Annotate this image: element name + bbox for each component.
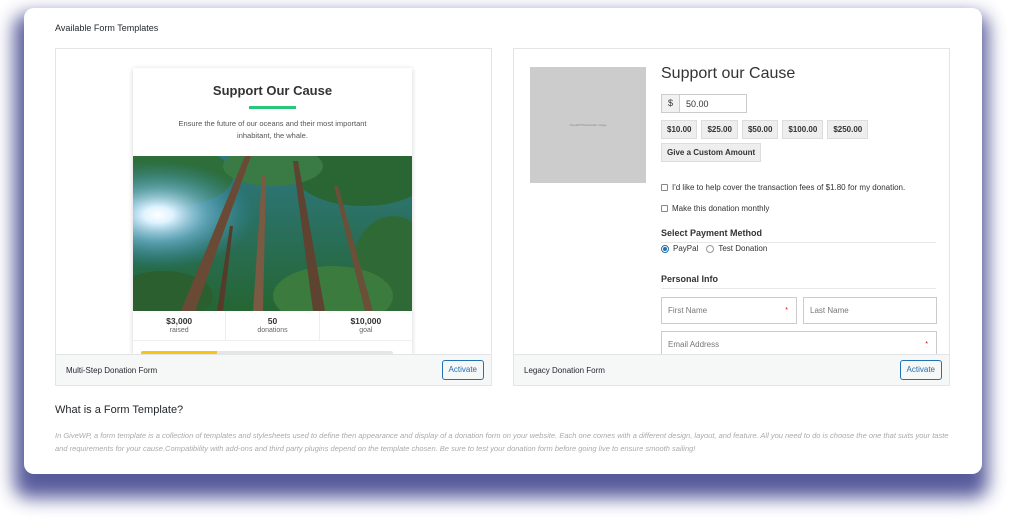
templates-panel: Available Form Templates Support Our Cau… [24, 8, 982, 474]
level-button[interactable]: $25.00 [701, 120, 738, 139]
activate-button-legacy[interactable]: Activate [899, 360, 942, 380]
stat-goal: $10,000 goal [320, 311, 412, 340]
recurring-label: Make this donation monthly [672, 204, 770, 213]
last-name-placeholder: Last Name [810, 306, 849, 315]
gateway-test-donation[interactable]: Test Donation [706, 244, 767, 253]
donation-amount-field: $ [661, 94, 747, 113]
required-marker: * [785, 307, 788, 314]
custom-amount-button[interactable]: Give a Custom Amount [661, 143, 762, 162]
email-field[interactable]: Email Address * [661, 331, 937, 355]
email-placeholder: Email Address [668, 340, 720, 349]
template-card-footer: Legacy Donation Form Activate [514, 354, 949, 385]
heading-underline [249, 106, 296, 109]
stat-label: donations [257, 327, 288, 334]
template-preview-multi-step: Support Our Cause Ensure the future of o… [56, 49, 491, 355]
payment-method-heading: Select Payment Method [661, 228, 936, 243]
form-description: Ensure the future of our oceans and thei… [178, 119, 367, 140]
gateway-paypal[interactable]: PayPal [661, 244, 698, 253]
template-card-legacy: GiveWP Placeholder Image Support our Cau… [513, 48, 950, 386]
template-card-multi-step: Support Our Cause Ensure the future of o… [55, 48, 492, 386]
stat-raised: $3,000 raised [133, 311, 227, 340]
stat-label: goal [359, 327, 373, 334]
stat-value: 50 [267, 316, 278, 326]
level-button[interactable]: $50.00 [741, 120, 779, 139]
template-name: Multi-Step Donation Form [66, 366, 158, 375]
level-button[interactable]: $250.00 [827, 120, 869, 139]
gateway-label: Test Donation [718, 244, 768, 253]
radio-selected-icon [661, 244, 669, 253]
currency-symbol: $ [662, 95, 680, 112]
checkbox-icon [661, 205, 668, 212]
form-heading: Support our Cause [661, 65, 796, 82]
stat-label: raised [169, 327, 189, 334]
form-heading: Support Our Cause [212, 83, 333, 98]
stat-value: $10,000 [350, 316, 382, 326]
section-title: Available Form Templates [55, 23, 159, 33]
recurring-checkbox[interactable]: Make this donation monthly [661, 204, 769, 213]
stat-value: $3,000 [166, 316, 193, 326]
stat-donations: 50 donations [226, 311, 320, 340]
forest-image [133, 156, 412, 311]
form-template-explainer-text: In GiveWP, a form template is a collecti… [55, 431, 949, 453]
template-card-footer: Multi-Step Donation Form Activate [56, 354, 491, 385]
radio-icon [706, 244, 715, 253]
template-preview-legacy: GiveWP Placeholder Image Support our Cau… [514, 49, 949, 355]
level-button[interactable]: $10.00 [661, 120, 698, 139]
goal-stats: $3,000 raised 50 donations $10,000 goal [133, 311, 412, 341]
first-name-field[interactable]: First Name * [661, 297, 797, 324]
placeholder-image: GiveWP Placeholder Image [530, 67, 646, 183]
gateway-label: PayPal [673, 244, 699, 253]
donation-levels: $10.00 $25.00 $50.00 $100.00 $250.00 Giv… [661, 120, 901, 162]
fee-recovery-checkbox[interactable]: I'd like to help cover the transaction f… [661, 183, 905, 192]
form-template-explainer-title: What is a Form Template? [55, 404, 184, 416]
template-name: Legacy Donation Form [524, 366, 605, 375]
personal-info-heading: Personal Info [661, 274, 936, 289]
activate-button-multi-step[interactable]: Activate [441, 360, 484, 380]
required-marker: * [925, 341, 928, 348]
multi-step-form-preview: Support Our Cause Ensure the future of o… [133, 68, 412, 355]
fee-recovery-label: I'd like to help cover the transaction f… [672, 183, 906, 192]
placeholder-image-label: GiveWP Placeholder Image [569, 123, 607, 127]
checkbox-icon [661, 184, 668, 191]
level-button[interactable]: $100.00 [782, 120, 824, 139]
payment-gateways: PayPal Test Donation [661, 244, 775, 253]
last-name-field[interactable]: Last Name [803, 297, 937, 324]
amount-input[interactable] [680, 95, 746, 112]
first-name-placeholder: First Name [668, 306, 708, 315]
